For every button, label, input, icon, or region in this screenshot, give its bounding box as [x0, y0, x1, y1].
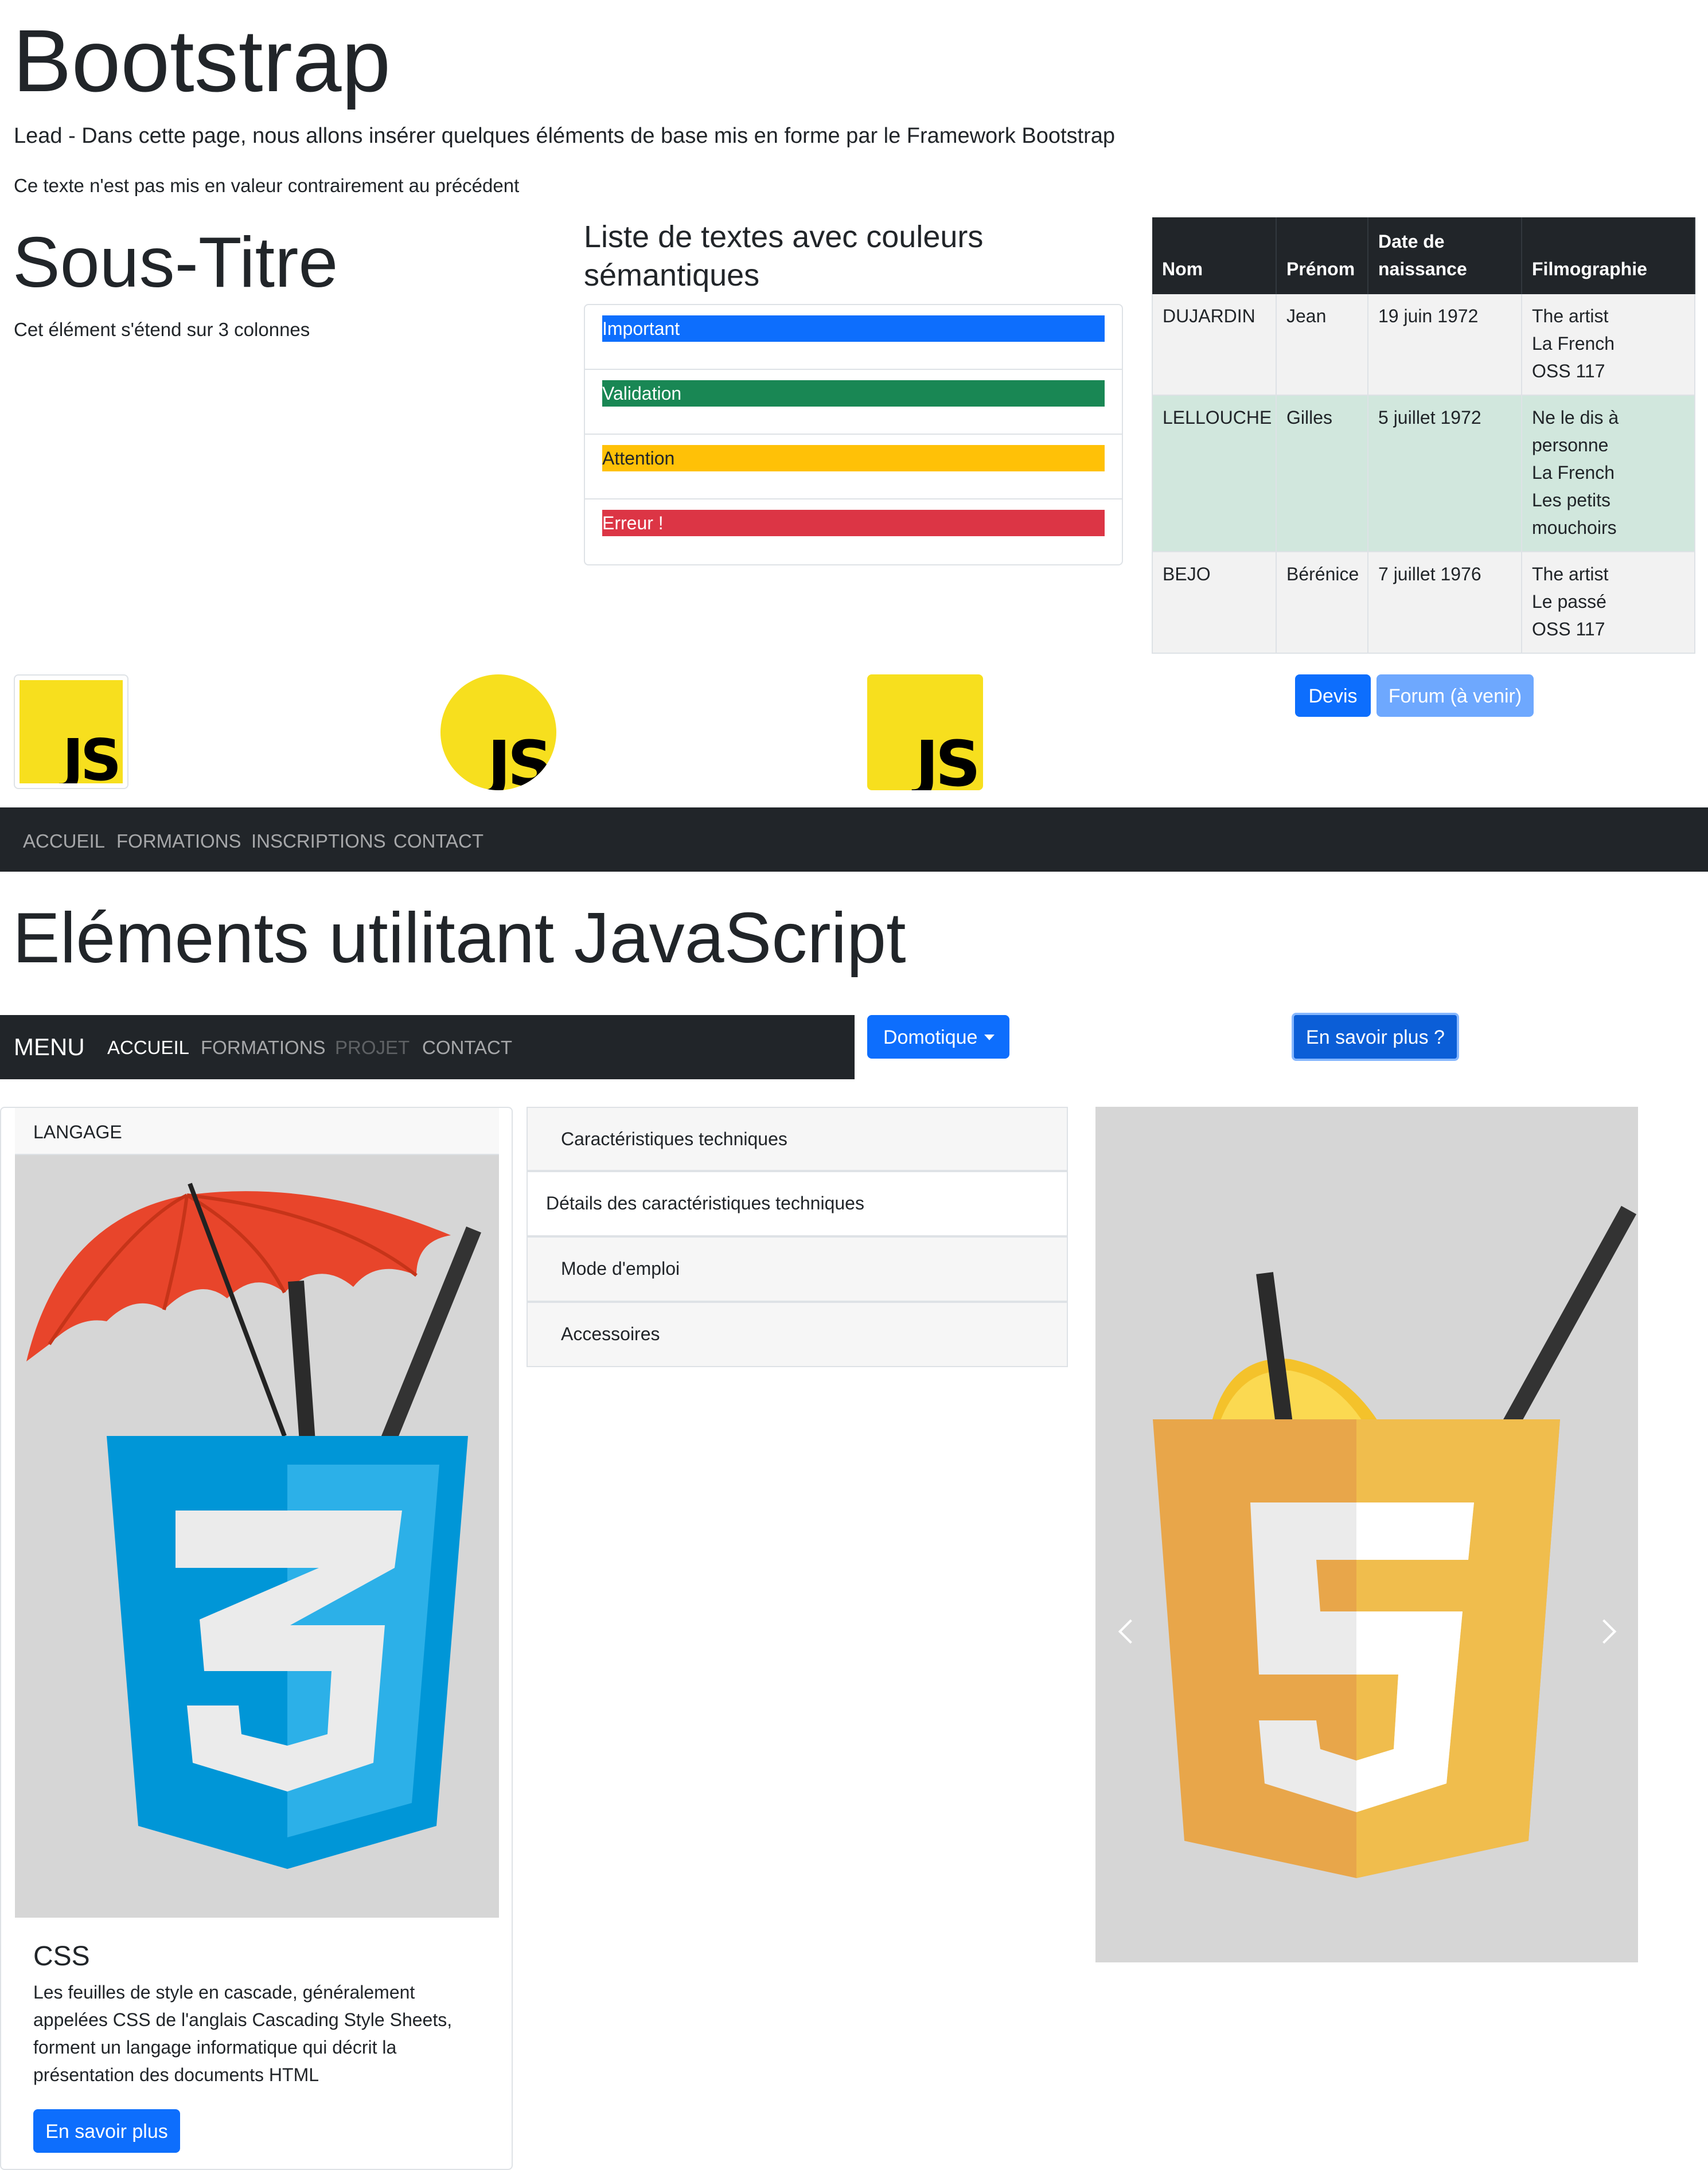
nav-formations[interactable]: FORMATIONS — [116, 830, 241, 852]
subtitle: Sous-Titre — [13, 223, 338, 302]
cell-films: The artist La French OSS 117 — [1522, 294, 1695, 396]
js-logo-text: JS — [487, 727, 553, 790]
accordion-label: Caractéristiques techniques — [561, 1129, 787, 1149]
nav-contact[interactable]: CONTACT — [393, 830, 483, 852]
page-title: Bootstrap — [13, 11, 391, 110]
cell-films: Ne le dis à personne La French Les petit… — [1522, 395, 1695, 552]
js-section-title: Eléments utilitant JavaScript — [13, 899, 906, 978]
accordion-label: Mode d'emploi — [561, 1258, 680, 1279]
list-item-error: Erreur ! — [602, 510, 1105, 536]
devis-button[interactable]: Devis — [1295, 674, 1371, 717]
js-logo-rounded-icon: JS — [440, 674, 556, 790]
plain-paragraph: Ce texte n'est pas mis en valeur contrai… — [14, 175, 520, 196]
card-en-savoir-plus-button[interactable]: En savoir plus — [33, 2109, 180, 2153]
carousel — [1095, 1107, 1638, 1962]
js-logo-text: JS — [915, 727, 981, 790]
semantic-list: Important Validation Attention Erreur ! — [584, 304, 1123, 565]
list-item: Important — [585, 305, 1122, 370]
js-logo-square-icon: JS — [867, 674, 983, 790]
table-row: LELLOUCHE Gilles 5 juillet 1972 Ne le di… — [1152, 395, 1695, 552]
js-logo-thumbnail: JS — [14, 674, 128, 789]
accordion-label: Détails des caractéristiques techniques — [546, 1193, 864, 1213]
film: OSS 117 — [1532, 361, 1605, 381]
cell-films: The artist Le passé OSS 117 — [1522, 552, 1695, 654]
lead-text: Lead - Dans cette page, nous allons insé… — [14, 124, 1116, 148]
js-logo-text: JS — [62, 727, 122, 783]
film: OSS 117 — [1532, 619, 1605, 639]
accordion-label: Accessoires — [561, 1324, 660, 1344]
caret-down-icon — [984, 1035, 995, 1040]
card-title: CSS — [33, 1941, 90, 1972]
cell-date: 19 juin 1972 — [1368, 294, 1522, 396]
cell-date: 5 juillet 1972 — [1368, 395, 1522, 552]
table-row: BEJO Bérénice 7 juillet 1976 The artist … — [1152, 552, 1695, 654]
main-navbar: ACCUEIL FORMATIONS INSCRIPTIONS CONTACT — [0, 807, 1708, 872]
nav2-contact[interactable]: CONTACT — [422, 1037, 512, 1059]
film: Le passé — [1532, 591, 1606, 612]
accordion-item-mode-emploi[interactable]: Mode d'emploi — [527, 1236, 1068, 1302]
table-row: DUJARDIN Jean 19 juin 1972 The artist La… — [1152, 294, 1695, 396]
header-prenom: Prénom — [1276, 217, 1368, 294]
forum-button[interactable]: Forum (à venir) — [1376, 674, 1534, 717]
nav2-formations[interactable]: FORMATIONS — [201, 1037, 326, 1059]
film: mouchoirs — [1532, 517, 1617, 538]
domotique-dropdown-button[interactable]: Domotique — [867, 1015, 1009, 1059]
subtitle-description: Cet élément s'étend sur 3 colonnes — [14, 319, 310, 340]
nav-inscriptions[interactable]: INSCRIPTIONS — [251, 830, 386, 852]
film: Ne le dis à — [1532, 407, 1619, 428]
cell-nom: BEJO — [1152, 552, 1277, 654]
cell-prenom: Gilles — [1276, 395, 1368, 552]
accordion-item-details[interactable]: Détails des caractéristiques techniques — [527, 1171, 1068, 1236]
cell-nom: LELLOUCHE — [1152, 395, 1277, 552]
card-header-text: LANGAGE — [33, 1122, 122, 1142]
list-item-important: Important — [602, 315, 1105, 342]
html5-drink-icon — [1153, 1205, 1637, 1878]
en-savoir-plus-question-button[interactable]: En savoir plus ? — [1292, 1013, 1459, 1061]
actors-table: Nom Prénom Date de naissance Filmographi… — [1152, 217, 1695, 654]
cell-prenom: Jean — [1276, 294, 1368, 396]
film: The artist — [1532, 306, 1609, 326]
nav2-projet: PROJET — [335, 1037, 410, 1058]
accordion-item-accessoires[interactable]: Accessoires — [527, 1302, 1068, 1367]
css3-drink-icon — [15, 1155, 499, 1918]
nav-accueil[interactable]: ACCUEIL — [23, 830, 105, 852]
header-date: Date de naissance — [1368, 217, 1522, 294]
list-item: Erreur ! — [585, 499, 1122, 564]
cell-prenom: Bérénice — [1276, 552, 1368, 654]
accordion-item-caracteristiques[interactable]: Caractéristiques techniques — [527, 1107, 1068, 1171]
navbar-brand[interactable]: MENU — [14, 1033, 85, 1061]
menu-navbar: MENU ACCUEIL FORMATIONS PROJET CONTACT — [0, 1015, 855, 1079]
film: La French — [1532, 333, 1615, 354]
film: The artist — [1532, 564, 1609, 584]
semantic-list-title: Liste de textes avec couleurs sémantique… — [584, 220, 984, 292]
css-card: LANGAGE CSS Les feuilles de style en cas… — [0, 1107, 513, 2170]
card-header: LANGAGE — [15, 1108, 499, 1155]
list-item-attention: Attention — [602, 445, 1105, 471]
header-films: Filmographie — [1522, 217, 1695, 294]
dropdown-label: Domotique — [883, 1027, 978, 1048]
list-item: Attention — [585, 435, 1122, 499]
list-item-validation: Validation — [602, 380, 1105, 407]
js-logo-icon: JS — [20, 680, 123, 783]
list-item: Validation — [585, 370, 1122, 435]
table-header-row: Nom Prénom Date de naissance Filmographi… — [1152, 217, 1695, 294]
film: La French — [1532, 462, 1615, 483]
nav2-accueil[interactable]: ACCUEIL — [107, 1037, 189, 1059]
film: personne — [1532, 435, 1609, 455]
header-nom: Nom — [1152, 217, 1277, 294]
cell-date: 7 juillet 1976 — [1368, 552, 1522, 654]
cell-nom: DUJARDIN — [1152, 294, 1277, 396]
card-text: Les feuilles de style en cascade, généra… — [33, 1982, 453, 2085]
film: Les petits — [1532, 490, 1610, 510]
